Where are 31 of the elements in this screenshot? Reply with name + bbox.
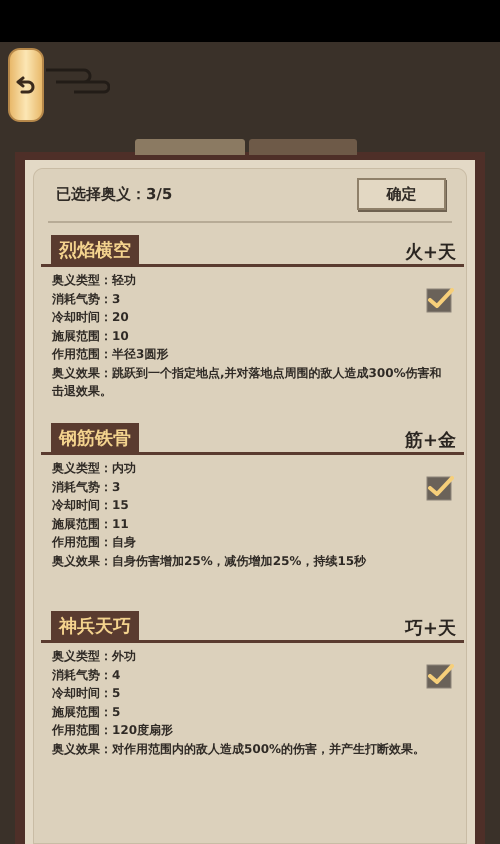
- skill-combo: 巧+天: [404, 617, 457, 640]
- skill-title: 烈焰横空: [51, 235, 139, 264]
- skill-attribute: 冷却时间：15: [52, 497, 129, 514]
- confirm-button[interactable]: 确定: [357, 178, 446, 210]
- skill-title: 神兵天巧: [51, 611, 139, 640]
- skill-attribute: 奥义效果：跳跃到一个指定地点,并对落地点周围的敌人造成300%伤害和击退效果。: [52, 364, 443, 400]
- skill-combo: 筋+金: [404, 429, 457, 452]
- skill-attribute: 施展范围：11: [52, 516, 129, 532]
- skill-attribute: 消耗气势：3: [52, 290, 120, 308]
- skill-attribute: 消耗气势：4: [52, 666, 120, 684]
- skill-attribute: 作用范围：自身: [52, 534, 136, 551]
- skill-attribute: 奥义类型：外功: [52, 648, 136, 665]
- skill-attribute: 作用范围：半径3圆形: [52, 346, 168, 363]
- skill-attribute: 冷却时间：20: [52, 309, 129, 326]
- undo-icon: [15, 74, 37, 96]
- skill-attribute: 作用范围：120度扇形: [52, 722, 174, 739]
- skill-attribute: 冷却时间：5: [52, 685, 120, 702]
- back-button[interactable]: [8, 48, 44, 122]
- skill-title: 钢筋铁骨: [51, 423, 139, 452]
- skill-attribute: 施展范围：5: [52, 704, 120, 720]
- selection-count: 已选择奥义：3/5: [56, 184, 172, 204]
- skill-combo: 火+天: [404, 241, 457, 264]
- skill-attribute: 奥义类型：轻功: [52, 272, 136, 289]
- checkbox[interactable]: [426, 285, 454, 313]
- skill-attribute: 施展范围：10: [52, 328, 129, 344]
- skill-attribute: 消耗气势：3: [52, 478, 120, 496]
- skill-attribute: 奥义效果：自身伤害增加25%，减伤增加25%，持续15秒: [52, 552, 366, 570]
- skill-attribute: 奥义效果：对作用范围内的敌人造成500%的伤害，并产生打断效果。: [52, 740, 426, 758]
- checkbox[interactable]: [426, 473, 454, 501]
- checkbox[interactable]: [426, 661, 454, 689]
- skill-attribute: 奥义类型：内功: [52, 460, 136, 477]
